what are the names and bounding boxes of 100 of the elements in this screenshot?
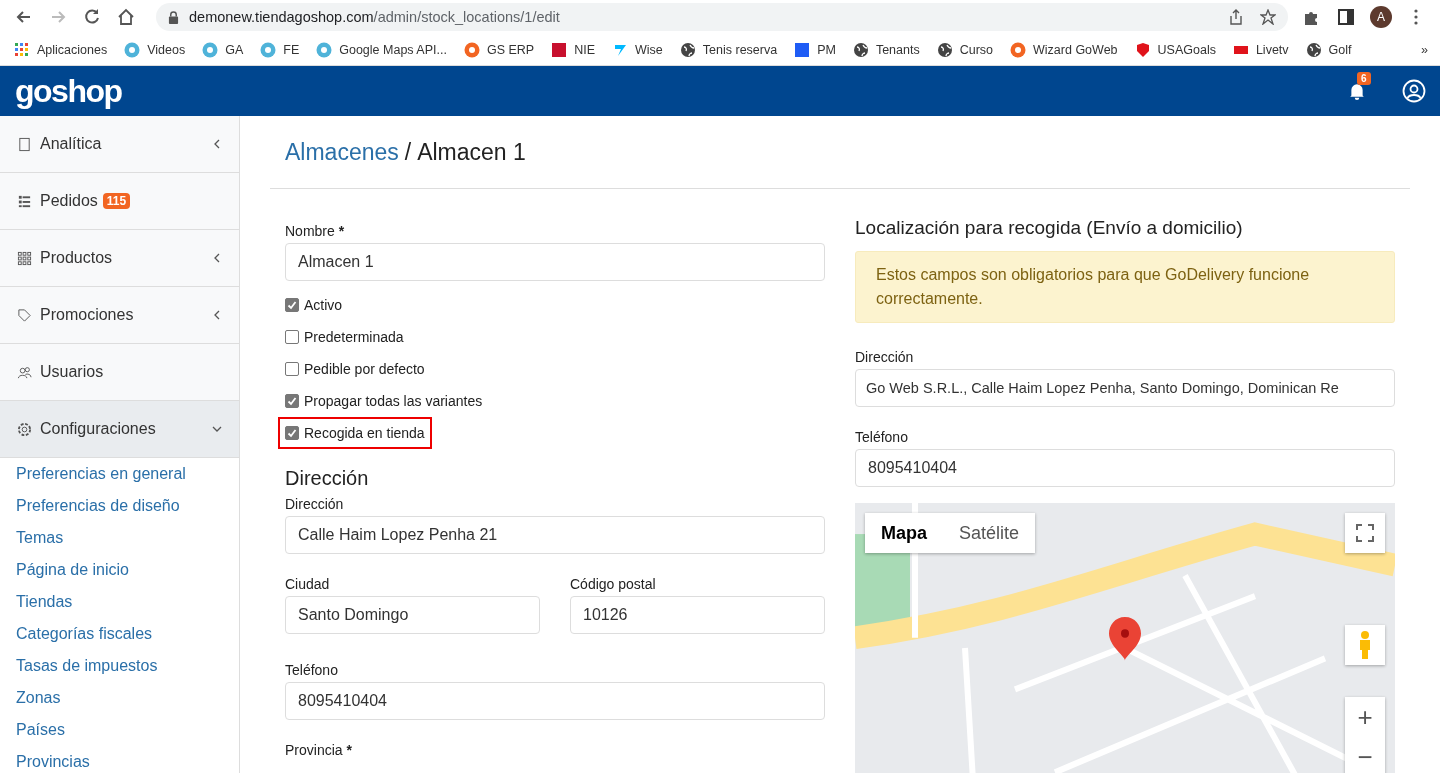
required-mark: *: [346, 742, 352, 758]
menu-item-icon: [17, 364, 32, 380]
sidebar-item[interactable]: Productos: [0, 230, 239, 287]
checkbox[interactable]: [285, 426, 299, 440]
ring-favicon-icon: [316, 41, 333, 58]
phone-input[interactable]: 8095410404: [285, 682, 825, 720]
bookmark[interactable]: FE: [260, 41, 300, 58]
pickup-address-input[interactable]: Go Web S.R.L., Calle Haim Lopez Penha, Santo Domingo, Dominican Re: [855, 369, 1395, 407]
ring-favicon-icon: [1010, 41, 1027, 58]
map-type-tab[interactable]: Mapa: [865, 513, 943, 553]
more-bookmarks[interactable]: »: [1421, 42, 1428, 57]
reload-icon[interactable]: [82, 7, 102, 27]
city-input[interactable]: Santo Domingo: [285, 596, 540, 634]
bookmark[interactable]: USAGoals: [1134, 41, 1216, 58]
user-icon[interactable]: [1402, 79, 1426, 103]
bookmark[interactable]: Golf: [1305, 41, 1352, 58]
menu-item-icon: [17, 136, 32, 152]
section-heading: Localización para recogida (Envío a domicilio): [855, 217, 1244, 239]
square-favicon-icon: [551, 41, 568, 58]
required-mark: *: [338, 223, 345, 239]
bookmark[interactable]: Wise: [612, 41, 663, 58]
bookmark[interactable]: Livetv: [1232, 41, 1289, 58]
breadcrumb-separator: /: [404, 138, 412, 166]
submenu-link[interactable]: Categorías fiscales: [16, 624, 239, 656]
goshop-logo[interactable]: goshop: [15, 72, 122, 110]
submenu-link[interactable]: Preferencias de diseño: [16, 496, 239, 528]
address-bar[interactable]: demonew.tiendagoshop.com/admin/stock_locations/1/edit: [156, 3, 1288, 31]
ring-favicon-icon: [124, 41, 141, 58]
person-icon: [1358, 630, 1372, 660]
sidebar-item[interactable]: Configuraciones: [0, 401, 239, 458]
field-label: Ciudad: [285, 576, 331, 592]
bookmark[interactable]: Videos: [124, 41, 186, 58]
field-label: Provincia: [285, 742, 343, 758]
sidebar-item[interactable]: Analítica: [0, 116, 239, 173]
notification-count: 6: [1357, 72, 1371, 85]
submenu-link[interactable]: Países: [16, 720, 239, 752]
fullscreen-button[interactable]: [1345, 513, 1385, 553]
bookmark[interactable]: PM: [794, 41, 836, 58]
bookmark[interactable]: Wizard GoWeb: [1010, 41, 1118, 58]
lock-icon[interactable]: [168, 10, 179, 24]
submenu-link[interactable]: Página de inicio: [16, 560, 239, 592]
shield-icon: [1134, 41, 1151, 58]
checkbox-label: Recogida en tienda: [304, 425, 425, 441]
checkbox[interactable]: [285, 362, 299, 376]
submenu-link[interactable]: Provincias: [16, 752, 239, 773]
submenu-link[interactable]: Tasas de impuestos: [16, 656, 239, 688]
menu-item-icon: [17, 250, 32, 266]
checkbox-label: Pedible por defecto: [304, 361, 425, 377]
bookmark[interactable]: Curso: [936, 41, 994, 58]
field-label: Dirección: [855, 349, 915, 365]
name-input[interactable]: Almacen 1: [285, 243, 825, 281]
submenu-link[interactable]: Temas: [16, 528, 239, 560]
submenu-link[interactable]: Tiendas: [16, 592, 239, 624]
bookmark[interactable]: Google Maps API...: [316, 41, 447, 58]
bookmark[interactable]: Aplicaciones: [14, 41, 108, 58]
breadcrumb-link[interactable]: Almacenes: [285, 138, 399, 166]
pickup-phone-input[interactable]: 8095410404: [855, 449, 1395, 487]
ring-favicon-icon: [202, 41, 219, 58]
globe-icon: [1305, 41, 1322, 58]
side-panel-icon[interactable]: [1336, 7, 1356, 27]
globe-icon: [679, 41, 696, 58]
checkbox[interactable]: [285, 394, 299, 408]
field-label: Teléfono: [285, 662, 339, 678]
page-title: Almacen 1: [417, 138, 526, 166]
menu-item-icon: [17, 421, 32, 437]
ring-favicon-icon: [260, 41, 277, 58]
sidebar-item[interactable]: Pedidos 115: [0, 173, 239, 230]
globe-icon: [936, 41, 953, 58]
map-type-tab[interactable]: Satélite: [943, 513, 1036, 553]
field-label: Nombre: [285, 223, 335, 239]
bookmark[interactable]: GS ERP: [463, 41, 535, 58]
bookmark[interactable]: GA: [202, 41, 244, 58]
star-icon[interactable]: [1260, 9, 1276, 25]
field-label: Código postal: [570, 576, 657, 592]
address-input[interactable]: Calle Haim Lopez Penha 21: [285, 516, 825, 554]
warning-alert: Estos campos son obligatorios para que GoDelivery funcione correctamente.: [855, 251, 1395, 323]
checkbox[interactable]: [285, 330, 299, 344]
fullscreen-icon: [1356, 524, 1374, 542]
sidebar-item[interactable]: Promociones: [0, 287, 239, 344]
zoom-in-button[interactable]: +: [1345, 697, 1385, 737]
submenu-link[interactable]: Preferencias en general: [16, 464, 239, 496]
zoom-out-button[interactable]: −: [1345, 737, 1385, 773]
profile-avatar[interactable]: A: [1370, 6, 1392, 28]
submenu-link[interactable]: Zonas: [16, 688, 239, 720]
checkbox-label: Predeterminada: [304, 329, 404, 345]
home-icon[interactable]: [116, 7, 136, 27]
checkbox[interactable]: [285, 298, 299, 312]
menu-item-icon: [17, 307, 32, 323]
sidebar-item[interactable]: Usuarios: [0, 344, 239, 401]
field-label: Teléfono: [855, 429, 909, 445]
bookmark[interactable]: Tenis reserva: [679, 41, 778, 58]
bookmark[interactable]: Tenants: [852, 41, 920, 58]
menu-item-icon: [17, 193, 32, 209]
bell-icon[interactable]: [1348, 82, 1366, 100]
postal-code-input[interactable]: 10126: [570, 596, 825, 634]
apps-grid-icon: [14, 41, 30, 58]
square-favicon-icon: [794, 41, 811, 58]
field-label: Dirección: [285, 496, 345, 512]
bookmark[interactable]: NIE: [551, 41, 596, 58]
share-icon[interactable]: [1228, 9, 1244, 25]
